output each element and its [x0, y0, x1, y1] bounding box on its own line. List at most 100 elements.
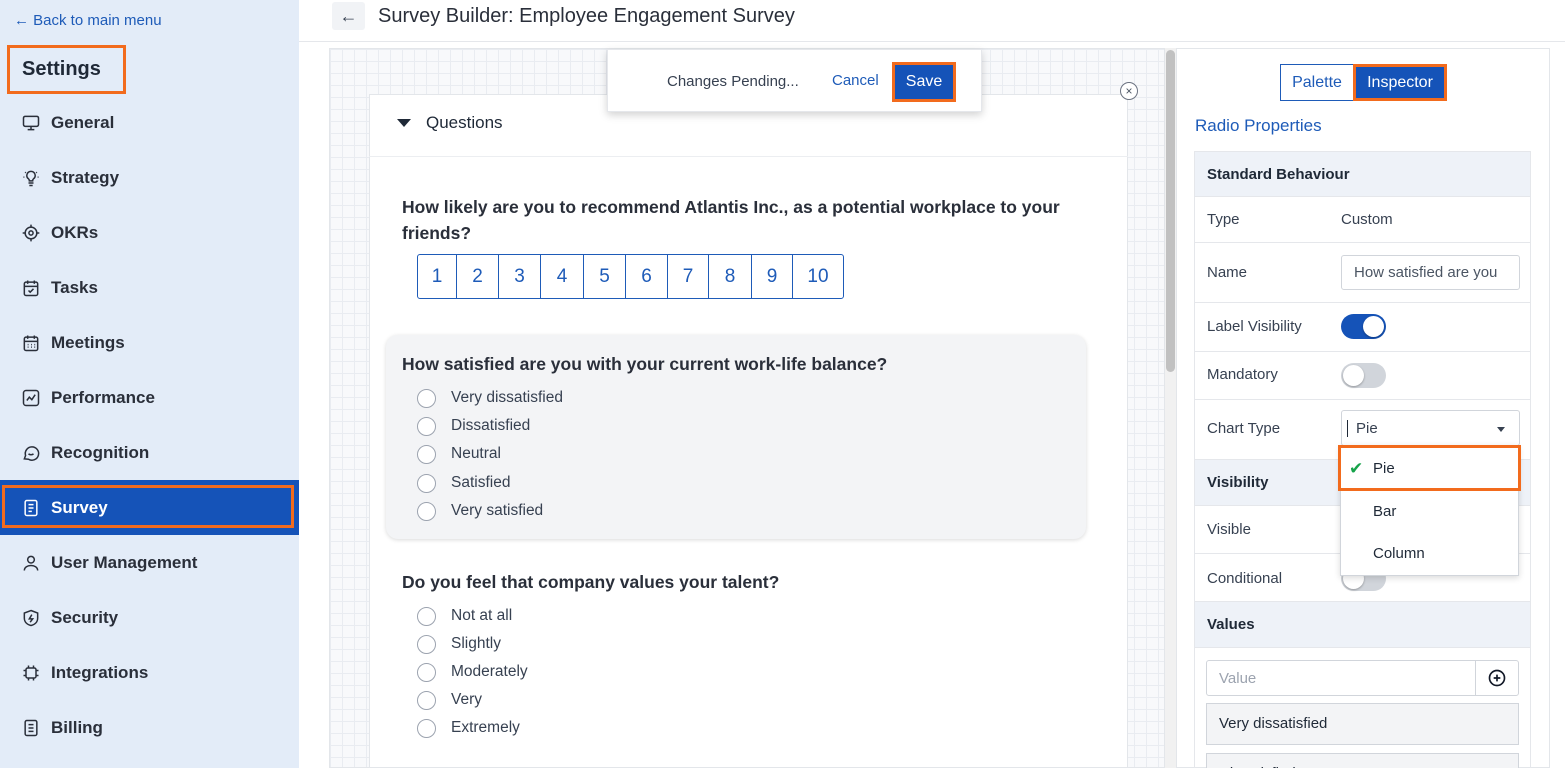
value-input[interactable]: Value: [1206, 660, 1476, 696]
sidebar: ← Back to main menu Settings General Str…: [0, 0, 299, 768]
canvas-scrollbar[interactable]: [1165, 48, 1176, 768]
option-label: Bar: [1373, 502, 1397, 520]
sidebar-item-integrations[interactable]: Integrations: [0, 645, 299, 700]
value-item[interactable]: Very dissatisfied: [1206, 703, 1519, 745]
radio-button[interactable]: [417, 473, 436, 493]
dropdown-option-column[interactable]: Column: [1341, 532, 1518, 574]
back-to-main-menu-link[interactable]: ← Back to main menu: [14, 12, 162, 29]
calendar-icon: [21, 333, 41, 353]
target-icon: [21, 223, 41, 243]
option-label: Very: [451, 691, 483, 708]
top-bar: ← Survey Builder: Employee Engagement Su…: [299, 0, 1565, 42]
scale-option[interactable]: 3: [499, 255, 541, 298]
option-label: Dissatisfied: [451, 417, 531, 434]
type-label: Type: [1207, 211, 1240, 228]
save-button[interactable]: Save: [892, 62, 956, 102]
name-input[interactable]: How satisfied are you: [1341, 255, 1520, 290]
radio-button[interactable]: [417, 690, 436, 710]
add-value-button[interactable]: [1475, 660, 1519, 696]
tab-inspector[interactable]: Inspector: [1353, 64, 1447, 101]
label-visibility-toggle[interactable]: [1341, 314, 1386, 339]
scale-option[interactable]: 7: [668, 255, 709, 298]
sidebar-item-security[interactable]: Security: [0, 590, 299, 645]
radio-option[interactable]: Dissatisfied: [417, 414, 530, 438]
option-label: Extremely: [451, 719, 520, 736]
radio-button[interactable]: [417, 606, 436, 626]
sidebar-item-label: OKRs: [51, 222, 99, 242]
scale-option[interactable]: 10: [793, 255, 843, 298]
chart-type-select[interactable]: Pie: [1341, 410, 1520, 446]
sidebar-item-label: Billing: [51, 717, 103, 737]
user-icon: [21, 553, 41, 573]
radio-button[interactable]: [417, 416, 436, 436]
value-item[interactable]: Dissatisfied: [1206, 753, 1519, 768]
chart-type-dropdown: ✔ Pie Bar Column: [1338, 445, 1521, 576]
sidebar-item-okrs[interactable]: OKRs: [0, 205, 299, 260]
radio-option[interactable]: Not at all: [417, 604, 512, 628]
sidebar-item-tasks[interactable]: Tasks: [0, 260, 299, 315]
plus-circle-icon: [1488, 669, 1506, 687]
sidebar-item-performance[interactable]: Performance: [0, 370, 299, 425]
mandatory-toggle[interactable]: [1341, 363, 1386, 388]
radio-button[interactable]: [417, 444, 436, 464]
radio-option[interactable]: Extremely: [417, 716, 520, 740]
changes-pending-popup: Changes Pending... Cancel Save: [607, 49, 982, 112]
sidebar-item-label: Tasks: [51, 277, 98, 297]
clipboard-list-icon: [21, 498, 41, 518]
section-label: Standard Behaviour: [1207, 166, 1350, 183]
name-label: Name: [1207, 264, 1248, 281]
radio-option[interactable]: Neutral: [417, 442, 501, 466]
value-input-row: Value: [1206, 660, 1519, 696]
scale-option[interactable]: 6: [626, 255, 668, 298]
radio-button[interactable]: [417, 718, 436, 738]
sidebar-item-label: Security: [51, 607, 119, 627]
lightbulb-icon: [21, 168, 41, 188]
mandatory-label: Mandatory: [1207, 366, 1278, 383]
question-title: How likely are you to recommend Atlantis…: [402, 197, 1060, 243]
scale-option[interactable]: 4: [541, 255, 584, 298]
sidebar-item-recognition[interactable]: Recognition: [0, 425, 299, 480]
nps-scale: 1 2 3 4 5 6 7 8 9 10: [417, 254, 844, 299]
radio-properties-heading: Radio Properties: [1195, 116, 1322, 135]
scale-option[interactable]: 1: [418, 255, 457, 298]
radio-button[interactable]: [417, 501, 436, 521]
type-row: Type Custom: [1194, 197, 1531, 243]
chip-icon: [21, 663, 41, 683]
radio-option[interactable]: Satisfied: [417, 471, 510, 495]
radio-button[interactable]: [417, 662, 436, 682]
label-visibility-label: Label Visibility: [1207, 318, 1302, 335]
conditional-label: Conditional: [1207, 570, 1283, 587]
tab-palette[interactable]: Palette: [1280, 64, 1354, 101]
sidebar-item-general[interactable]: General: [0, 95, 299, 150]
chart-type-label: Chart Type: [1207, 420, 1281, 437]
close-icon[interactable]: ×: [1120, 82, 1138, 100]
dropdown-option-pie[interactable]: ✔ Pie: [1338, 445, 1521, 491]
scrollbar-thumb[interactable]: [1166, 50, 1175, 372]
radio-button[interactable]: [417, 388, 436, 408]
cancel-button[interactable]: Cancel: [832, 72, 879, 89]
dropdown-option-bar[interactable]: Bar: [1341, 490, 1518, 532]
radio-option[interactable]: Slightly: [417, 632, 501, 656]
sidebar-item-user-management[interactable]: User Management: [0, 535, 299, 590]
sidebar-item-label: User Management: [51, 552, 198, 572]
radio-option[interactable]: Very satisfied: [417, 499, 543, 523]
sidebar-item-survey[interactable]: Survey: [0, 480, 299, 535]
checkmark-icon: ✔: [1349, 459, 1364, 478]
back-arrow-icon[interactable]: ←: [332, 2, 365, 30]
radio-option[interactable]: Very: [417, 688, 482, 712]
scale-option[interactable]: 2: [457, 255, 499, 298]
scale-option[interactable]: 8: [709, 255, 752, 298]
sidebar-item-billing[interactable]: Billing: [0, 700, 299, 755]
changes-pending-text: Changes Pending...: [667, 73, 799, 90]
scale-option[interactable]: 9: [752, 255, 793, 298]
radio-button[interactable]: [417, 634, 436, 654]
collapse-triangle-icon[interactable]: [397, 119, 411, 127]
radio-option[interactable]: Moderately: [417, 660, 528, 684]
questions-label: Questions: [426, 113, 503, 132]
radio-option[interactable]: Very dissatisfied: [417, 386, 563, 410]
sidebar-item-strategy[interactable]: Strategy: [0, 150, 299, 205]
scale-option[interactable]: 5: [584, 255, 626, 298]
sidebar-item-meetings[interactable]: Meetings: [0, 315, 299, 370]
option-label: Not at all: [451, 607, 513, 624]
standard-behaviour-section: Standard Behaviour: [1194, 151, 1531, 197]
